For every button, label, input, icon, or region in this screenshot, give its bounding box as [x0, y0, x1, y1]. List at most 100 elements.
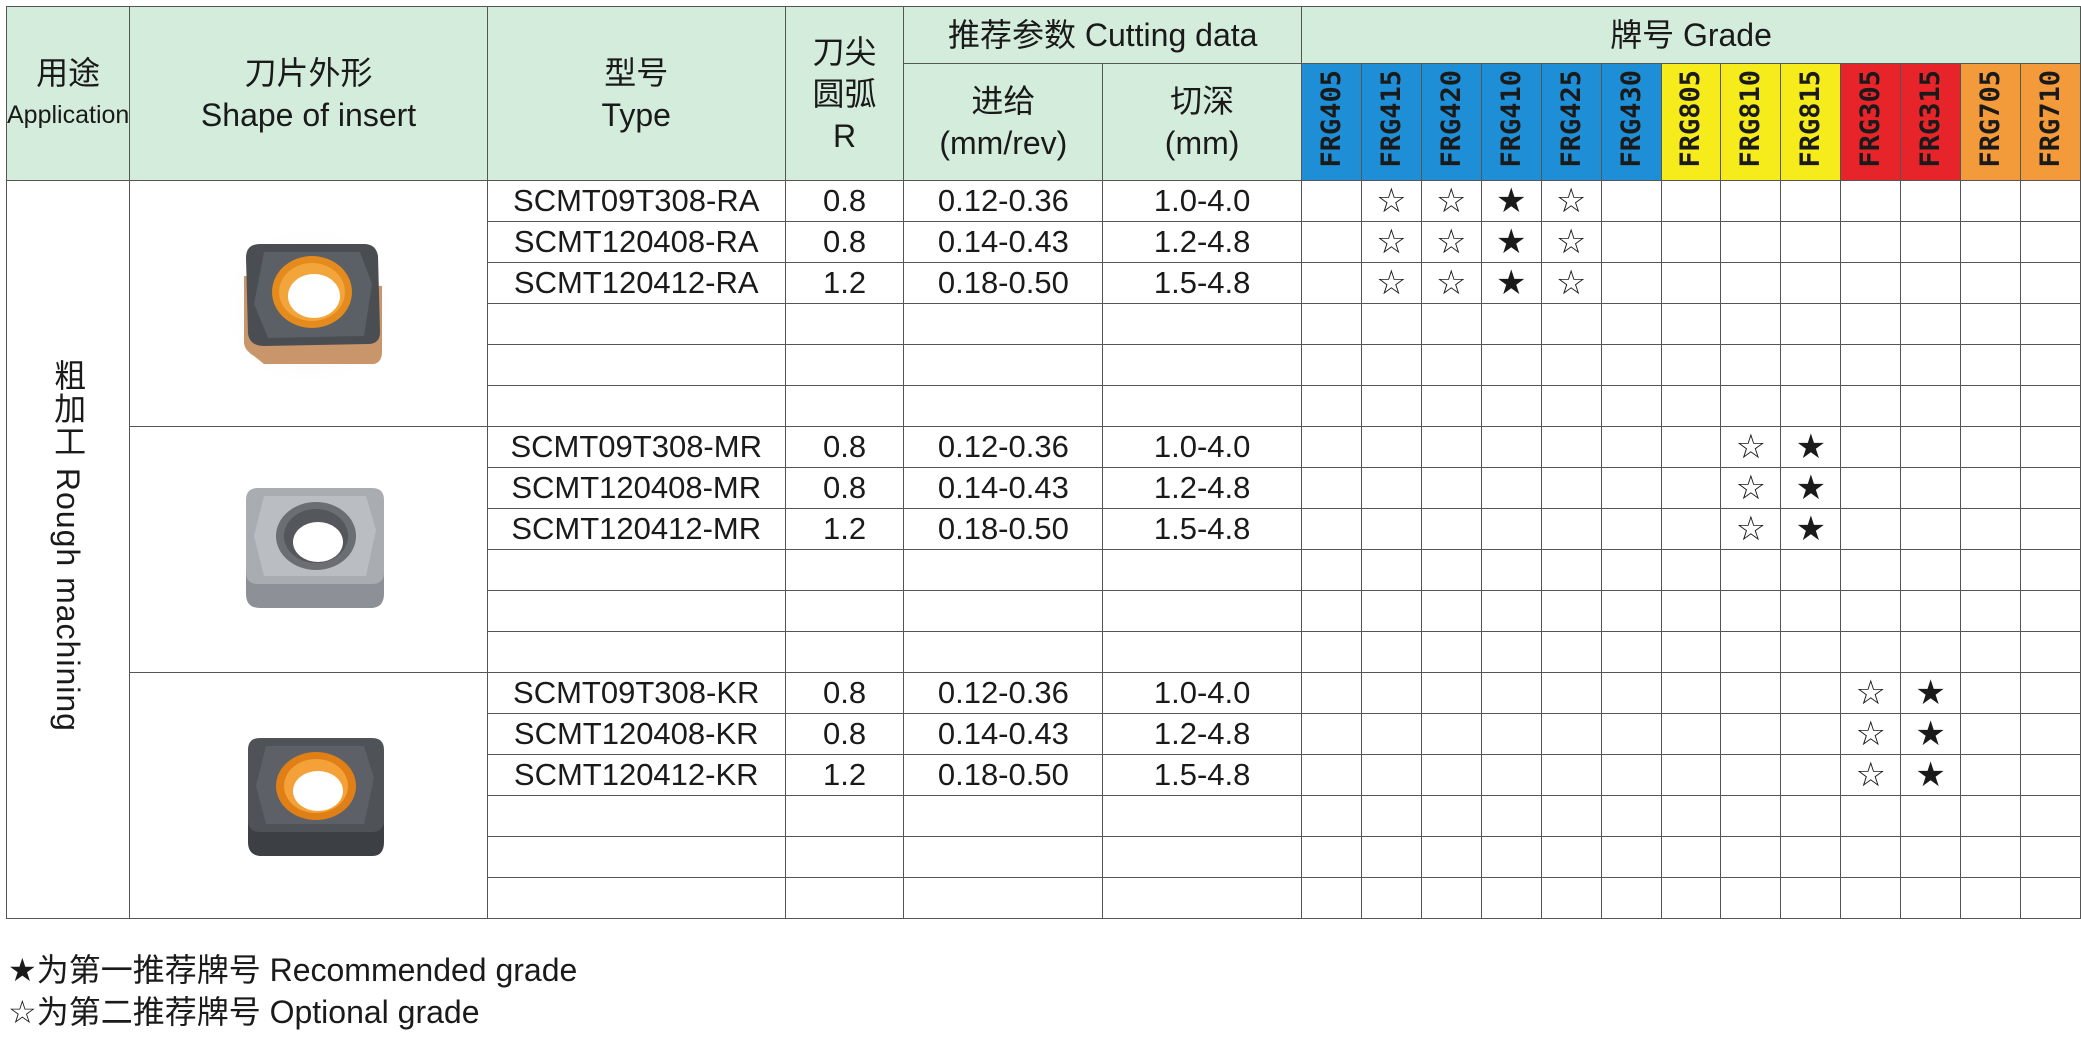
- depth-cell: [1102, 344, 1302, 386]
- grade-cell: [1480, 549, 1542, 591]
- grade-cell: [1600, 344, 1662, 386]
- grade-cell: [2020, 590, 2081, 632]
- grade-cell: [1960, 467, 2022, 509]
- grade-cell: [1300, 713, 1362, 755]
- grade-label: FRG705: [1975, 69, 2007, 168]
- grade-cell: [1480, 672, 1542, 714]
- grade-cell: [2020, 877, 2081, 919]
- grade-cell: [1720, 221, 1782, 263]
- grade-cell: [1600, 303, 1662, 345]
- depth-cell: 1.0-4.0: [1102, 672, 1302, 714]
- grade-cell: [1420, 467, 1482, 509]
- grade-cell: [2020, 754, 2081, 796]
- feed-cell: 0.18-0.50: [903, 754, 1104, 796]
- insert-selection-table: 用途 Application 刀片外形 Shape of insert 型号 T…: [5, 6, 2081, 919]
- grade-cell: [1720, 795, 1782, 837]
- grade-cell: [1660, 344, 1722, 386]
- feed-cell: [903, 631, 1104, 673]
- grade-cell: [1480, 590, 1542, 632]
- grade-label: FRG815: [1795, 69, 1827, 168]
- feed-cell: [903, 877, 1104, 919]
- grade-cell: [1420, 385, 1482, 427]
- page: 用途 Application 刀片外形 Shape of insert 型号 T…: [0, 0, 2081, 1042]
- grade-cell: [1420, 344, 1482, 386]
- optional-star-icon: ☆: [1540, 180, 1602, 222]
- grade-cell: [1300, 344, 1362, 386]
- grade-cell: [1900, 180, 1962, 222]
- grade-cell: [1960, 672, 2022, 714]
- grade-cell: [2020, 180, 2081, 222]
- grade-cell: [1480, 426, 1542, 468]
- grade-cell: [2020, 467, 2081, 509]
- depth-cell: [1102, 836, 1302, 878]
- grade-cell: [1540, 344, 1602, 386]
- radius-cell: 0.8: [784, 426, 905, 468]
- grade-cell: [1720, 180, 1782, 222]
- grade-cell: [1300, 836, 1362, 878]
- grade-cell: [1720, 344, 1782, 386]
- grade-cell: [1360, 508, 1422, 550]
- optional-star-icon: ☆: [1840, 754, 1902, 796]
- grade-cell: [1420, 303, 1482, 345]
- grade-cell: [1660, 713, 1722, 755]
- grade-cell: [1660, 426, 1722, 468]
- radius-cell: [784, 631, 905, 673]
- depth-cell: [1102, 549, 1302, 591]
- grade-label: FRG415: [1375, 69, 1407, 168]
- depth-header-unit: (mm): [1164, 125, 1240, 161]
- grade-cell: [1840, 344, 1902, 386]
- type-cell: SCMT120412-RA: [486, 262, 786, 304]
- grade-cell: [1840, 303, 1902, 345]
- radius-cell: [784, 836, 905, 878]
- grade-cell: [1660, 467, 1722, 509]
- grade-cell: [1780, 877, 1842, 919]
- grade-cell: [1660, 836, 1722, 878]
- recommended-star-icon: ★: [1780, 508, 1842, 550]
- grade-cell: [1720, 672, 1782, 714]
- grade-cell: [1300, 672, 1362, 714]
- grade-cell: [1360, 385, 1422, 427]
- grade-cell: [1420, 549, 1482, 591]
- feed-cell: 0.14-0.43: [903, 221, 1104, 263]
- grade-cell: [1600, 385, 1662, 427]
- grade-cell: [1360, 754, 1422, 796]
- grade-cell: [2020, 303, 2081, 345]
- grade-cell: [1420, 631, 1482, 673]
- optional-star-icon: ☆: [1360, 180, 1422, 222]
- grade-frg710: FRG710: [2020, 63, 2081, 181]
- grade-cell: [1600, 180, 1662, 222]
- grade-cell: [1840, 549, 1902, 591]
- type-cell: [486, 590, 786, 632]
- feed-cell: [903, 344, 1104, 386]
- grade-cell: [1960, 590, 2022, 632]
- grade-cell: [1300, 631, 1362, 673]
- grade-cell: [1600, 795, 1662, 837]
- grade-cell: [1960, 631, 2022, 673]
- grade-cell: [1720, 303, 1782, 345]
- feed-cell: 0.18-0.50: [903, 262, 1104, 304]
- grade-cell: [1600, 754, 1662, 796]
- grade-cell: [1840, 262, 1902, 304]
- grade-cell: [1840, 795, 1902, 837]
- grade-cell: [1480, 385, 1542, 427]
- grade-cell: [1600, 467, 1662, 509]
- grade-cell: [1900, 631, 1962, 673]
- grade-cell: [1600, 590, 1662, 632]
- grade-cell: [1900, 221, 1962, 263]
- type-cell: [486, 385, 786, 427]
- table-row: SCMT09T308-KR 0.8 0.12-0.36 1.0-4.0 ☆ ★: [7, 672, 2081, 919]
- depth-cell: [1102, 303, 1302, 345]
- grade-cell: [1780, 672, 1842, 714]
- grade-frg815: FRG815: [1780, 63, 1842, 181]
- grade-label: FRG805: [1675, 69, 1707, 168]
- feed-cell: 0.12-0.36: [903, 180, 1104, 222]
- grade-cell: [1300, 549, 1362, 591]
- depth-cell: 1.2-4.8: [1102, 221, 1302, 263]
- recommended-star-icon: ★: [1900, 713, 1962, 755]
- grade-label: FRG305: [1855, 69, 1887, 168]
- depth-cell: [1102, 877, 1302, 919]
- type-cell: SCMT120408-KR: [486, 713, 786, 755]
- depth-header: 切深 (mm): [1102, 63, 1302, 181]
- grade-label: FRG425: [1555, 69, 1587, 168]
- radius-cell: 0.8: [784, 221, 905, 263]
